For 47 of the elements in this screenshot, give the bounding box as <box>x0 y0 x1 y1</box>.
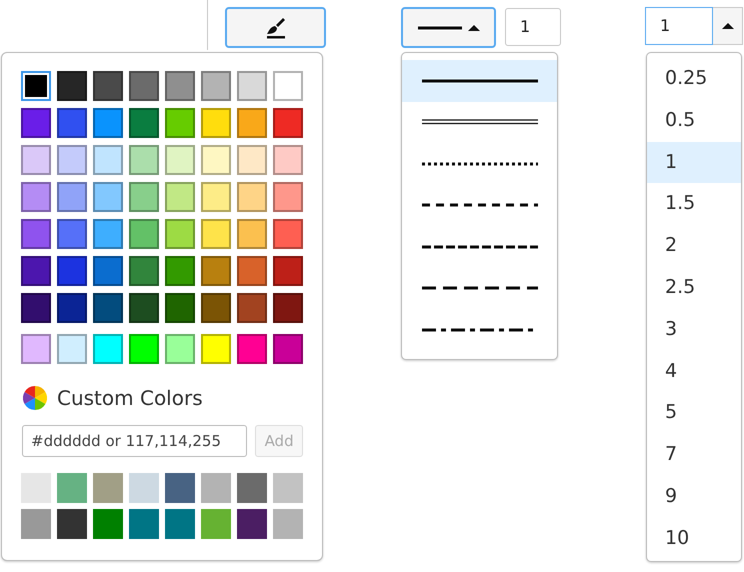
long-dashed-line-icon <box>422 284 538 292</box>
color-swatch[interactable] <box>129 473 159 503</box>
size-option[interactable]: 10 <box>647 518 741 560</box>
color-swatch[interactable] <box>21 473 51 503</box>
caret-icon <box>468 24 480 32</box>
color-swatch[interactable] <box>273 509 303 539</box>
fill-button[interactable] <box>225 7 326 48</box>
dotted-line-icon <box>422 160 538 168</box>
size-field[interactable]: 1 <box>645 7 713 45</box>
size-option[interactable]: 3 <box>647 308 741 351</box>
line-style-option[interactable] <box>402 60 557 102</box>
line-style-button[interactable] <box>401 7 496 48</box>
color-swatch[interactable] <box>273 473 303 503</box>
color-swatch[interactable] <box>129 509 159 539</box>
size-option[interactable]: 2.5 <box>647 266 741 309</box>
dense-dashed-line-icon <box>422 242 538 251</box>
color-swatch[interactable] <box>237 473 267 503</box>
size-option[interactable]: 2 <box>647 225 741 267</box>
size-option[interactable]: 9 <box>647 476 741 518</box>
color-swatch[interactable] <box>237 509 267 539</box>
color-swatch[interactable] <box>57 509 87 539</box>
color-swatch[interactable] <box>201 509 231 539</box>
size-option[interactable]: 4 <box>647 350 741 392</box>
color-swatch[interactable] <box>57 473 87 503</box>
size-option[interactable]: 0.25 <box>647 58 741 100</box>
size-option[interactable]: 1 <box>647 142 741 184</box>
dropdown-button[interactable] <box>713 7 743 45</box>
size-option[interactable]: 1.5 <box>647 183 741 226</box>
color-swatch[interactable] <box>21 71 51 101</box>
size-option[interactable]: 7 <box>647 434 741 476</box>
width-field[interactable]: 1 <box>505 8 561 46</box>
size-option[interactable]: 5 <box>647 392 741 434</box>
color-input-field[interactable]: #dddddd or 117,114,255 <box>22 425 248 457</box>
size-option[interactable]: 0.5 <box>647 100 741 142</box>
double-line-icon <box>422 118 538 126</box>
color-swatch[interactable] <box>165 473 195 503</box>
color-swatch[interactable] <box>93 473 123 503</box>
color-swatch[interactable] <box>165 509 195 539</box>
solid-line-icon <box>418 24 462 30</box>
color-wheel-icon <box>23 386 47 410</box>
solid-line-icon <box>422 76 538 85</box>
color-swatch[interactable] <box>21 509 51 539</box>
color-swatch[interactable] <box>93 509 123 539</box>
caret-icon <box>722 22 734 30</box>
dashed-line-icon <box>422 201 538 210</box>
color-swatch[interactable] <box>201 473 231 503</box>
custom-colors-label: Custom Colors <box>57 386 203 410</box>
